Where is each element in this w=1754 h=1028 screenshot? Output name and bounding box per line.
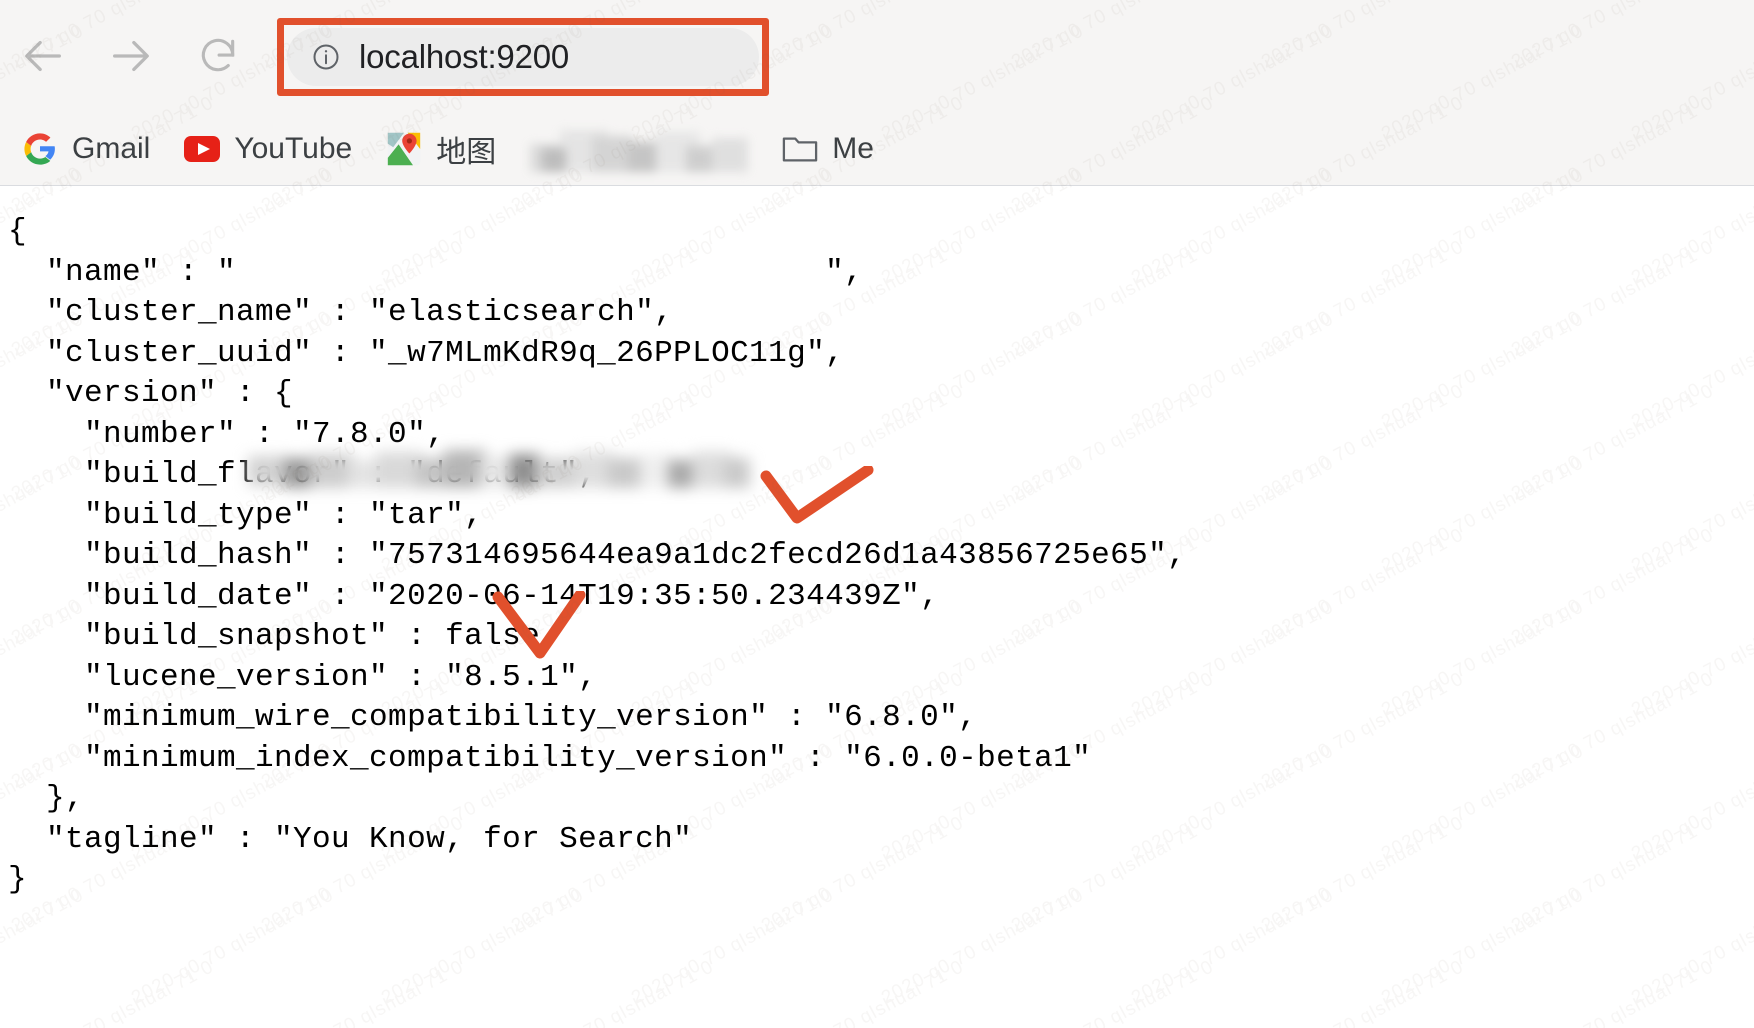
bookmark-redacted[interactable] xyxy=(530,126,749,172)
bookmark-maps[interactable]: 地图 xyxy=(386,123,496,175)
bookmark-label: Gmail xyxy=(72,131,151,165)
info-circle-icon[interactable] xyxy=(311,42,341,72)
json-response-body: { "name" : " ", "cluster_name" : "elasti… xyxy=(0,186,1754,901)
page-content: { "name" : " ", "cluster_name" : "elasti… xyxy=(0,186,1754,1028)
forward-button[interactable] xyxy=(102,28,158,84)
browser-chrome: localhost:9200 Gmail YouTube 地图 Me xyxy=(0,0,1754,186)
arrow-right-icon xyxy=(107,33,153,79)
browser-toolbar: localhost:9200 xyxy=(0,0,1754,112)
youtube-icon xyxy=(184,131,221,167)
address-bar-url[interactable]: localhost:9200 xyxy=(359,38,569,76)
folder-icon xyxy=(782,131,818,167)
bookmarks-bar: Gmail YouTube 地图 Me xyxy=(0,112,1754,186)
bookmark-label: YouTube xyxy=(234,131,353,165)
bookmark-me-folder[interactable]: Me xyxy=(782,123,874,175)
bookmark-gmail[interactable]: Gmail xyxy=(22,123,150,175)
json-text: { "name" : " ", "cluster_name" : "elasti… xyxy=(8,214,1187,897)
address-bar[interactable]: localhost:9200 xyxy=(287,28,759,86)
bookmark-youtube[interactable]: YouTube xyxy=(184,123,352,175)
google-maps-pin-icon xyxy=(386,131,422,167)
arrow-left-icon xyxy=(21,33,67,79)
back-button[interactable] xyxy=(16,28,72,84)
reload-button[interactable] xyxy=(190,28,246,84)
bookmark-label: Me xyxy=(832,131,874,165)
bookmark-label: 地图 xyxy=(436,135,497,169)
google-g-icon xyxy=(22,131,58,167)
reload-icon xyxy=(196,34,240,78)
